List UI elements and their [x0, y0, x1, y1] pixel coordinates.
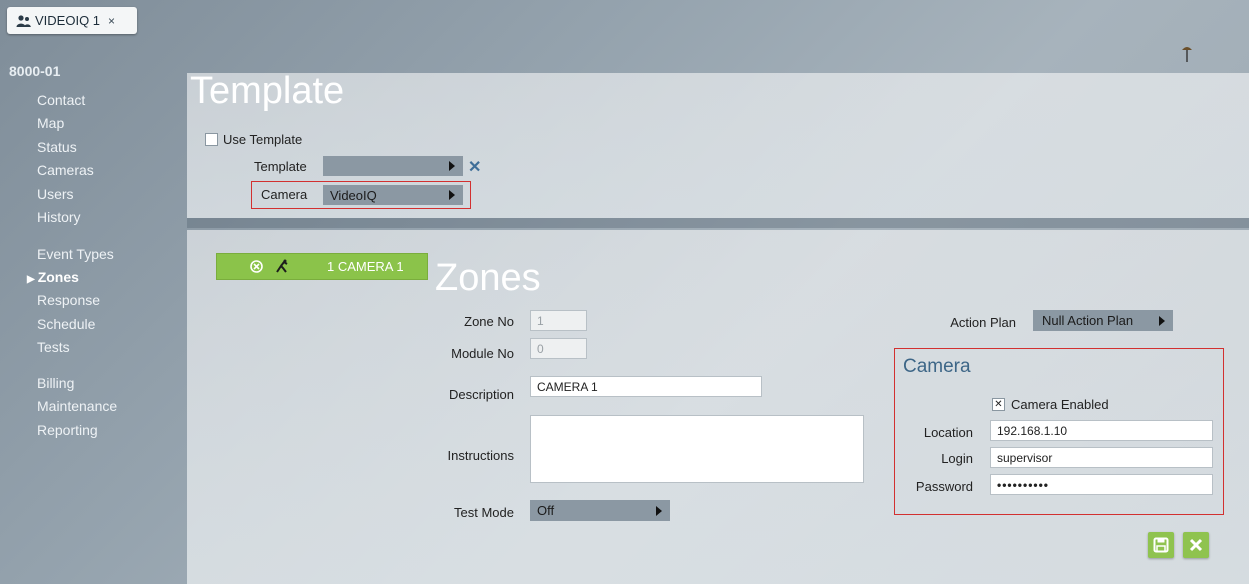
caret-right-icon	[449, 190, 455, 200]
zone-list-item[interactable]: 1 CAMERA 1	[216, 253, 428, 280]
cancel-circle-icon[interactable]	[250, 260, 263, 273]
caret-right-icon	[1159, 315, 1165, 326]
caret-right-icon	[656, 505, 662, 516]
camera-heading: Camera	[903, 356, 971, 377]
description-field[interactable]	[530, 376, 762, 397]
sidebar-item-zones[interactable]: ▶ Zones	[27, 269, 79, 285]
template-title: Template	[190, 70, 345, 112]
instructions-field[interactable]	[530, 415, 864, 483]
zone-no-label: Zone No	[464, 314, 514, 329]
camera-select[interactable]: VideoIQ	[323, 185, 463, 205]
tab-label: VIDEOIQ 1	[35, 13, 101, 28]
camera-select-value: VideoIQ	[330, 187, 377, 203]
location-label: Location	[923, 425, 973, 440]
save-icon	[1153, 537, 1169, 553]
zones-title: Zones	[435, 257, 541, 299]
camera-enabled-label: Camera Enabled	[1011, 397, 1109, 412]
sidebar-item-response[interactable]: Response	[37, 292, 100, 308]
sidebar-item-tests[interactable]: Tests	[37, 339, 70, 355]
module-no-label: Module No	[451, 346, 514, 361]
action-plan-select[interactable]: Null Action Plan	[1033, 310, 1173, 331]
login-label: Login	[941, 451, 973, 466]
sidebar-item-status[interactable]: Status	[37, 139, 77, 155]
test-mode-label: Test Mode	[454, 505, 514, 520]
clear-template-icon[interactable]: ✕	[468, 157, 481, 177]
login-field[interactable]	[990, 447, 1213, 468]
module-no-field[interactable]	[530, 338, 587, 359]
action-plan-label: Action Plan	[950, 315, 1016, 330]
tab-videoiq-1[interactable]: VIDEOIQ 1 ×	[7, 7, 137, 34]
sidebar-item-schedule[interactable]: Schedule	[37, 316, 95, 332]
instructions-label: Instructions	[447, 448, 514, 463]
action-plan-value: Null Action Plan	[1042, 313, 1134, 328]
test-mode-select[interactable]: Off	[530, 500, 670, 521]
running-person-icon	[276, 259, 288, 273]
template-select[interactable]	[323, 156, 463, 176]
camera-label: Camera	[261, 187, 308, 202]
panel-divider	[187, 218, 1249, 228]
caret-right-icon	[449, 161, 455, 171]
use-template-label: Use Template	[223, 132, 303, 147]
use-template-checkbox[interactable]	[205, 133, 218, 146]
sidebar-item-label: Zones	[37, 269, 79, 285]
sidebar-item-cameras[interactable]: Cameras	[37, 162, 94, 178]
account-number: 8000-01	[9, 63, 61, 79]
password-label: Password	[915, 479, 973, 494]
sidebar-item-contact[interactable]: Contact	[37, 92, 85, 108]
sidebar-item-history[interactable]: History	[37, 209, 81, 225]
camera-enabled-checkbox[interactable]: ✕	[992, 398, 1005, 411]
location-field[interactable]	[990, 420, 1213, 441]
users-icon	[16, 14, 31, 27]
cancel-button[interactable]	[1183, 532, 1209, 558]
sidebar-item-event-types[interactable]: Event Types	[37, 246, 114, 262]
sidebar-item-users[interactable]: Users	[37, 186, 74, 202]
tab-close-icon[interactable]: ×	[108, 14, 115, 28]
password-field[interactable]	[990, 474, 1213, 495]
close-icon	[1189, 538, 1203, 552]
test-mode-value: Off	[537, 503, 555, 518]
sidebar-item-maintenance[interactable]: Maintenance	[37, 398, 117, 414]
active-arrow-icon: ▶	[27, 274, 35, 285]
sidebar-item-reporting[interactable]: Reporting	[37, 422, 98, 438]
sidebar-item-billing[interactable]: Billing	[37, 375, 74, 391]
save-button[interactable]	[1148, 532, 1174, 558]
pin-icon[interactable]	[1181, 44, 1193, 64]
zone-no-field[interactable]	[530, 310, 587, 331]
sidebar-item-map[interactable]: Map	[37, 115, 64, 131]
template-label: Template	[254, 159, 307, 174]
description-label: Description	[448, 387, 514, 402]
zone-list-item-label: 1 CAMERA 1	[327, 259, 404, 274]
